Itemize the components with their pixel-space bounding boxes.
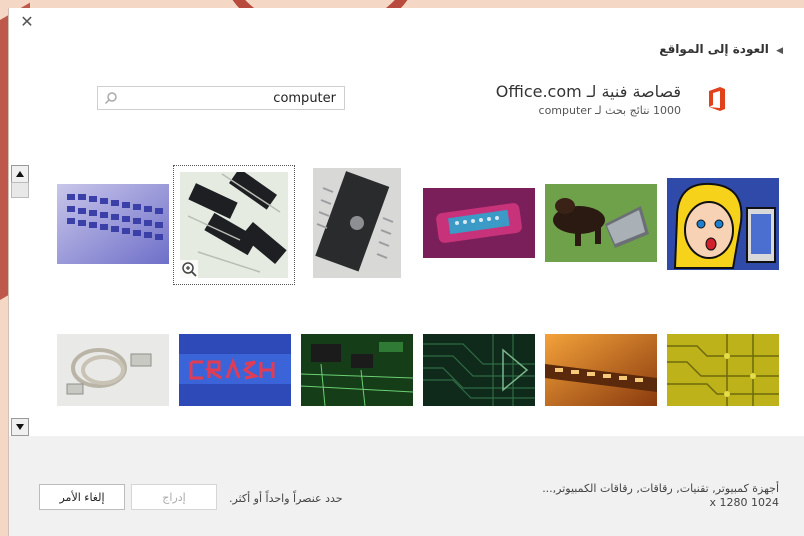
close-button[interactable]: ✕ [19, 14, 35, 30]
coiled-cable-image [57, 334, 169, 406]
yellow-circuit-image [667, 334, 779, 406]
zoom-icon[interactable] [180, 260, 198, 278]
selected-image-details: أجهزة كمبيوتر, تقنيات, رقاقات, رقاقات ال… [542, 482, 779, 510]
caret-left-icon: ◀ [776, 46, 783, 56]
result-thumbnail-keyboard[interactable] [57, 184, 169, 264]
selection-hint: حدد عنصراً واحداً أو أكثر. [229, 492, 343, 505]
provider-title: قصاصة فنية لـ Office.com [495, 82, 681, 101]
close-icon: ✕ [20, 12, 34, 31]
insert-picture-dialog: ✕ ◀ العودة إلى المواقع قصاصة فنية لـ Off… [8, 8, 804, 536]
search-icon[interactable] [104, 91, 118, 105]
result-thumbnail-circuit-board[interactable] [301, 334, 413, 406]
eprom-chip-image [313, 168, 401, 278]
scroll-down-button[interactable] [11, 418, 29, 436]
cancel-button[interactable]: إلغاء الأمر [39, 484, 125, 510]
scroll-up-button[interactable] [11, 165, 29, 183]
result-thumbnail-cable-connector[interactable] [423, 188, 535, 258]
result-thumbnail-eprom-chip[interactable] [313, 168, 401, 278]
results-count: 1000 نتائج بحث لـ computer [538, 104, 681, 117]
insert-button[interactable]: إدراج [131, 484, 217, 510]
image-dimensions: 1024 x 1280 [709, 496, 779, 509]
dialog-footer: إلغاء الأمر إدراج حدد عنصراً واحداً أو أ… [9, 436, 804, 536]
scrollbar-thumb[interactable] [11, 182, 29, 198]
crash-image [179, 334, 291, 406]
result-thumbnail-green-circuit[interactable] [423, 334, 535, 406]
result-thumbnail-coiled-cable[interactable] [57, 334, 169, 406]
green-circuit-image [423, 334, 535, 406]
search-input[interactable] [122, 89, 338, 107]
result-thumbnail-orange-chip[interactable] [545, 334, 657, 406]
cartoon-woman-image [667, 178, 779, 270]
image-keywords: أجهزة كمبيوتر, تقنيات, رقاقات, رقاقات ال… [542, 482, 779, 495]
result-thumbnail-yellow-circuit[interactable] [667, 334, 779, 406]
keyboard-image [57, 184, 169, 264]
dog-laptop-image [545, 184, 657, 262]
circuit-board-image [301, 334, 413, 406]
result-thumbnail-dog-laptop[interactable] [545, 184, 657, 262]
back-to-sites-link[interactable]: ◀ العودة إلى المواقع [659, 42, 783, 56]
result-thumbnail-chips-selected[interactable] [173, 165, 295, 285]
arrow-down-icon [16, 424, 24, 430]
orange-chip-image [545, 334, 657, 406]
office-logo-icon [709, 87, 725, 111]
arrow-up-icon [16, 171, 24, 177]
back-link-label: العودة إلى المواقع [659, 42, 769, 56]
result-thumbnail-crash[interactable] [179, 334, 291, 406]
search-box[interactable] [97, 86, 345, 110]
result-thumbnail-cartoon-woman[interactable] [667, 178, 779, 270]
cable-connector-image [423, 188, 535, 258]
